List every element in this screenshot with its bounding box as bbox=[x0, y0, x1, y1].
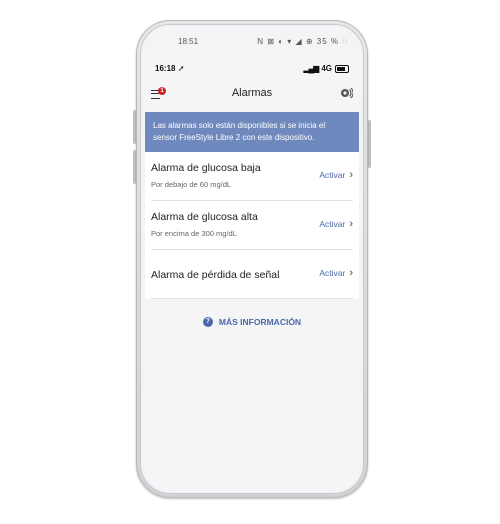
activate-button[interactable]: Activar › bbox=[319, 169, 353, 181]
alarm-row-high-glucose[interactable]: Alarma de glucosa alta Por encima de 300… bbox=[151, 201, 353, 250]
network-label: 4G bbox=[321, 64, 332, 73]
more-info-label: MÁS INFORMACIÓN bbox=[218, 317, 302, 327]
chevron-right-icon: › bbox=[349, 169, 353, 181]
sound-button[interactable] bbox=[339, 86, 354, 100]
app-screen: 16:18 ➚ ▂▄▆ 4G 1 Alarmas Las alarmas sol… bbox=[145, 58, 359, 490]
alarm-row-low-glucose[interactable]: Alarma de glucosa baja Por debajo de 60 … bbox=[151, 152, 353, 201]
battery-icon bbox=[335, 64, 349, 73]
android-status-icons: N ⊠ ◐ ▾ ◢ ⊕ 35 % ◌ bbox=[257, 37, 348, 46]
chevron-right-icon: › bbox=[349, 218, 353, 230]
alarm-row-signal-loss[interactable]: Alarma de pérdida de señal Activar › bbox=[151, 250, 353, 299]
alarm-subtitle: Por encima de 300 mg/dL bbox=[151, 229, 237, 238]
info-banner: Las alarmas solo están disponibles si se… bbox=[145, 112, 359, 152]
more-info-link[interactable]: ? MÁS INFORMACIÓN bbox=[145, 317, 359, 327]
alarm-title: Alarma de glucosa baja bbox=[151, 162, 261, 174]
signal-icon: ▂▄▆ bbox=[303, 64, 319, 73]
ios-status-bar: 16:18 ➚ ▂▄▆ 4G bbox=[145, 58, 359, 80]
sound-icon bbox=[341, 87, 354, 99]
alarm-list: Alarma de glucosa baja Por debajo de 60 … bbox=[145, 152, 359, 299]
location-icon: ➚ bbox=[177, 64, 185, 73]
page: 18:51 N ⊠ ◐ ▾ ◢ ⊕ 35 % ◌ 16:18 ➚ ▂▄▆ 4G … bbox=[0, 0, 500, 524]
ios-status-right: ▂▄▆ 4G bbox=[303, 64, 349, 73]
activate-label: Activar bbox=[319, 170, 346, 180]
alarm-title: Alarma de glucosa alta bbox=[151, 211, 258, 223]
ios-time: 16:18 ➚ bbox=[155, 64, 185, 73]
alarm-subtitle: Por debajo de 60 mg/dL bbox=[151, 180, 232, 189]
android-time: 18:51 bbox=[178, 37, 199, 46]
help-icon: ? bbox=[202, 317, 213, 327]
page-title: Alarmas bbox=[231, 87, 273, 99]
power-button bbox=[368, 120, 371, 168]
android-status-bar: 18:51 N ⊠ ◐ ▾ ◢ ⊕ 35 % ◌ bbox=[148, 34, 360, 50]
activate-button[interactable]: Activar › bbox=[319, 218, 353, 230]
activate-label: Activar bbox=[319, 219, 346, 229]
activate-button[interactable]: Activar › bbox=[319, 267, 353, 279]
app-header: 1 Alarmas bbox=[145, 80, 359, 106]
notification-badge: 1 bbox=[158, 87, 166, 95]
activate-label: Activar bbox=[319, 268, 346, 278]
alarm-title: Alarma de pérdida de señal bbox=[151, 269, 280, 281]
menu-button[interactable]: 1 bbox=[151, 86, 167, 100]
chevron-right-icon: › bbox=[349, 267, 353, 279]
